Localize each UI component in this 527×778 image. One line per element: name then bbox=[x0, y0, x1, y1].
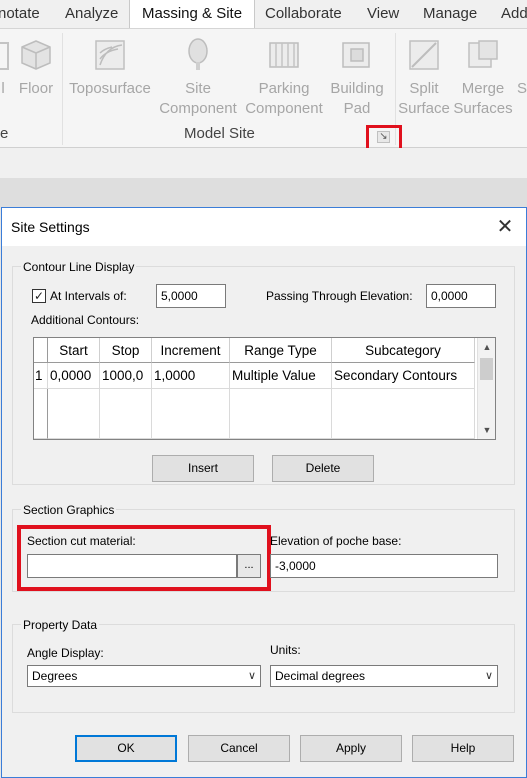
tab-annotate[interactable]: notate bbox=[0, 0, 40, 28]
scroll-thumb[interactable] bbox=[480, 358, 493, 380]
parking-component-button[interactable]: Parking Component bbox=[242, 29, 326, 119]
building-pad-button[interactable]: Building Pad bbox=[326, 29, 388, 119]
table-cell-start[interactable]: 0,0000 bbox=[48, 363, 100, 389]
tab-manage[interactable]: Manage bbox=[423, 0, 477, 28]
table-cell-stop[interactable]: 1000,0 bbox=[100, 363, 152, 389]
units-select[interactable]: Decimal degrees ∨ bbox=[270, 665, 498, 687]
parking-component-label-1: Parking bbox=[258, 80, 310, 97]
panel-label-model-site: Model Site bbox=[184, 125, 255, 142]
cut-material-highlight bbox=[17, 525, 271, 591]
delete-button[interactable]: Delete bbox=[272, 455, 374, 482]
split-surface-label-2: Surface bbox=[398, 100, 450, 117]
column-header-range-type[interactable]: Range Type bbox=[230, 338, 332, 363]
split-surface-icon bbox=[406, 37, 442, 73]
floor-label: Floor bbox=[18, 80, 54, 97]
ribbon-separator bbox=[62, 33, 63, 145]
dialog-launcher-icon[interactable]: ↘ bbox=[377, 131, 390, 143]
table-cell-empty[interactable] bbox=[48, 389, 100, 439]
tree-icon bbox=[180, 37, 216, 73]
chevron-down-icon: ∨ bbox=[247, 670, 256, 682]
units-label: Units: bbox=[270, 643, 301, 657]
help-button[interactable]: Help bbox=[412, 735, 514, 762]
merge-surfaces-label-1: Merge bbox=[461, 80, 505, 97]
insert-button[interactable]: Insert bbox=[152, 455, 254, 482]
floor-button[interactable]: Floor bbox=[14, 29, 58, 99]
additional-contours-label: Additional Contours: bbox=[31, 313, 140, 327]
table-cell-range-type[interactable]: Multiple Value bbox=[230, 363, 332, 389]
panel-label-left: e bbox=[0, 125, 9, 142]
contours-table: Start Stop Increment Range Type Subcateg… bbox=[33, 337, 496, 440]
contour-group-title: Contour Line Display bbox=[21, 260, 137, 274]
scroll-up-icon[interactable]: ▲ bbox=[481, 341, 493, 353]
site-component-label-1: Site bbox=[185, 80, 211, 97]
split-surface-button[interactable]: Split Surface bbox=[397, 29, 451, 119]
table-vertical-scrollbar[interactable]: ▲ ▼ bbox=[477, 338, 495, 439]
site-component-label-2: Component bbox=[159, 100, 237, 117]
column-header-stop[interactable]: Stop bbox=[100, 338, 152, 363]
passing-elevation-input[interactable]: 0,0000 bbox=[426, 284, 496, 308]
tab-view[interactable]: View bbox=[367, 0, 399, 28]
partial-right-icon bbox=[515, 37, 527, 73]
ribbon-button-partial-right[interactable]: S bbox=[515, 29, 527, 99]
dialog-titlebar[interactable]: Site Settings ✕ bbox=[2, 208, 526, 246]
table-cell-increment[interactable]: 1,0000 bbox=[152, 363, 230, 389]
table-cell-empty[interactable] bbox=[332, 389, 475, 439]
table-cell-empty[interactable] bbox=[230, 389, 332, 439]
column-header-start[interactable]: Start bbox=[48, 338, 100, 363]
tab-analyze[interactable]: Analyze bbox=[65, 0, 118, 28]
ribbon-button-label: S bbox=[516, 80, 527, 97]
angle-display-value: Degrees bbox=[32, 669, 78, 683]
dialog-title: Site Settings bbox=[11, 219, 90, 235]
toposurface-label: Toposurface bbox=[69, 80, 151, 97]
toposurface-icon bbox=[92, 37, 128, 73]
tab-collaborate[interactable]: Collaborate bbox=[265, 0, 342, 28]
background-band-dark bbox=[0, 178, 527, 208]
units-value: Decimal degrees bbox=[275, 669, 366, 683]
close-icon[interactable]: ✕ bbox=[492, 214, 518, 240]
angle-display-label: Angle Display: bbox=[27, 646, 104, 660]
ribbon-tab-bar: notate Analyze Massing & Site Collaborat… bbox=[0, 0, 527, 28]
ok-button[interactable]: OK bbox=[75, 735, 177, 762]
at-intervals-input[interactable]: 5,0000 bbox=[156, 284, 226, 308]
site-settings-dialog: Site Settings ✕ Contour Line Display ✓ A… bbox=[1, 207, 527, 778]
merge-surfaces-button[interactable]: Merge Surfaces bbox=[453, 29, 513, 119]
parking-component-label-2: Component bbox=[245, 100, 323, 117]
table-row-number-empty[interactable] bbox=[34, 389, 48, 439]
site-component-button[interactable]: Site Component bbox=[156, 29, 240, 119]
passing-elevation-label: Passing Through Elevation: bbox=[266, 289, 413, 303]
poche-base-label: Elevation of poche base: bbox=[270, 534, 402, 548]
table-row-number[interactable]: 1 bbox=[34, 363, 48, 389]
building-pad-label-1: Building bbox=[330, 80, 384, 97]
section-graphics-title: Section Graphics bbox=[21, 503, 117, 517]
scroll-down-icon[interactable]: ▼ bbox=[481, 424, 493, 436]
property-data-title: Property Data bbox=[21, 618, 100, 632]
floor-icon bbox=[18, 37, 54, 73]
merge-surfaces-label-2: Surfaces bbox=[453, 100, 513, 117]
at-intervals-label: At Intervals of: bbox=[50, 289, 127, 303]
toposurface-button[interactable]: Toposurface bbox=[66, 29, 154, 99]
poche-base-input[interactable]: -3,0000 bbox=[270, 554, 498, 578]
ribbon-button-partial[interactable]: l bbox=[0, 29, 14, 99]
column-header-increment[interactable]: Increment bbox=[152, 338, 230, 363]
split-surface-label-1: Split bbox=[409, 80, 439, 97]
table-cell-subcategory[interactable]: Secondary Contours bbox=[332, 363, 475, 389]
tab-massing-site[interactable]: Massing & Site bbox=[129, 0, 256, 28]
table-cell-empty[interactable] bbox=[100, 389, 152, 439]
chevron-down-icon: ∨ bbox=[484, 670, 493, 682]
apply-button[interactable]: Apply bbox=[300, 735, 402, 762]
background-band bbox=[0, 148, 527, 178]
parking-icon bbox=[266, 37, 302, 73]
at-intervals-checkbox[interactable]: ✓ bbox=[32, 289, 46, 303]
building-pad-label-2: Pad bbox=[343, 100, 371, 117]
table-cell-empty[interactable] bbox=[152, 389, 230, 439]
ribbon-button-label: l bbox=[1, 80, 5, 97]
angle-display-select[interactable]: Degrees ∨ bbox=[27, 665, 261, 687]
table-corner bbox=[34, 338, 48, 363]
cancel-button[interactable]: Cancel bbox=[188, 735, 290, 762]
tab-add-ins[interactable]: Add bbox=[501, 0, 527, 28]
column-header-subcategory[interactable]: Subcategory bbox=[332, 338, 475, 363]
building-pad-icon bbox=[339, 37, 375, 73]
ribbon-panel: l Floor Toposurface Site Component Parki… bbox=[0, 28, 527, 151]
merge-surfaces-icon bbox=[465, 37, 501, 73]
